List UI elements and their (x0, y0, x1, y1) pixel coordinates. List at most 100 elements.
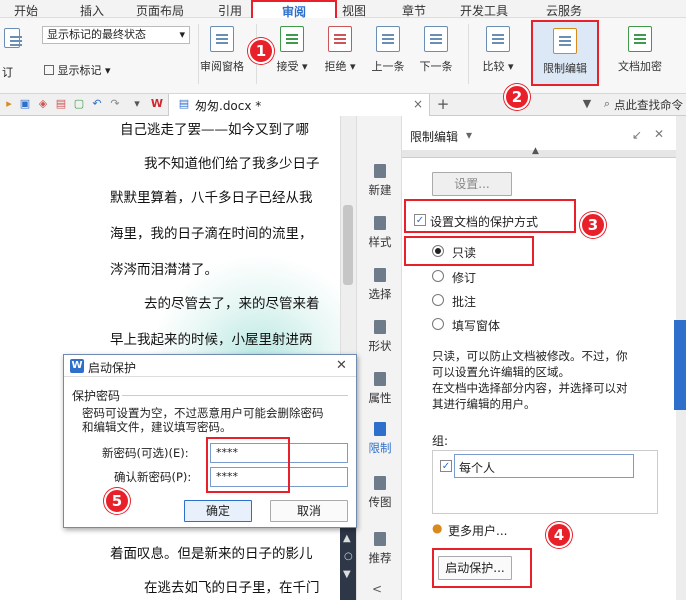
document-tab[interactable]: ▤ 匆匆.docx * × (168, 94, 430, 116)
doc-line: 着面叹息。但是新来的日子的影儿 (110, 546, 313, 562)
side-rail: 新建 样式 选择 形状 属性 限制 传图 推荐 < (356, 116, 402, 600)
arrow-icon[interactable]: ▸ (2, 97, 16, 111)
document-encrypt-button[interactable]: 文档加密 (610, 26, 670, 74)
rail-recommend[interactable]: 推荐 (357, 532, 403, 566)
everyone-checkbox[interactable]: ✓ (440, 460, 452, 472)
highlight-start-protection (432, 548, 532, 588)
close-icon[interactable]: ✕ (654, 127, 664, 141)
rail-restrict-label: 限制 (368, 441, 392, 455)
doc-line: 去的尽管去了，来的尽管来着 (144, 296, 320, 312)
dialog-titlebar[interactable]: W 启动保护 ✕ (64, 355, 356, 377)
print-icon[interactable]: ▤ (54, 97, 68, 111)
review-pane-button[interactable]: 审阅窗格 (196, 26, 248, 74)
menu-insert[interactable]: 插入 (80, 2, 104, 19)
rail-select-label: 选择 (368, 287, 392, 301)
menu-review[interactable]: 审阅 (251, 0, 337, 20)
step-badge-2: 2 (504, 84, 530, 110)
ribbon-left-fragment[interactable]: 订 (2, 64, 13, 80)
menu-chapter[interactable]: 章节 (402, 2, 426, 19)
previous-button[interactable]: 上一条 (366, 26, 410, 74)
doc-line: 海里，我的日子滴在时间的流里， (110, 226, 313, 242)
panel-expand-tab[interactable] (674, 320, 686, 410)
next-button[interactable]: 下一条 (414, 26, 458, 74)
restrict-editing-button[interactable]: 限制编辑 (531, 20, 599, 86)
find-command-input[interactable]: 点此查找命令 (614, 97, 683, 113)
ribbon: 订 显示标记的最终状态 ▾ 显示标记 ▾ 审阅窗格 接受 ▾ 拒绝 ▾ 上一条 … (0, 18, 686, 94)
close-tab-icon[interactable]: × (413, 97, 423, 111)
rail-properties[interactable]: 属性 (357, 372, 403, 406)
rail-new[interactable]: 新建 (357, 164, 403, 198)
description-line: 其进行编辑的用户。 (432, 397, 536, 411)
radio-track-changes[interactable] (432, 270, 444, 282)
rail-select[interactable]: 选择 (357, 268, 403, 302)
menu-cloud[interactable]: 云服务 (546, 2, 582, 19)
menu-view[interactable]: 视图 (342, 2, 366, 19)
doc-line: 早上我起来的时候，小屋里射进两 (110, 332, 313, 348)
menu-developer[interactable]: 开发工具 (460, 2, 508, 19)
chevron-down-icon[interactable]: ▾ (130, 97, 144, 111)
doc-line: 我不知道他们给了我多少日子 (144, 156, 320, 172)
menu-reference[interactable]: 引用 (218, 2, 242, 19)
markup-display-value: 显示标记的最终状态 (47, 28, 146, 41)
reject-button[interactable]: 拒绝 ▾ (320, 26, 360, 74)
chevron-down-icon[interactable]: ▼ (343, 569, 351, 580)
accept-icon (280, 26, 304, 52)
rail-restrict[interactable]: 限制 (357, 422, 403, 456)
password-section-label: 保护密码 (72, 389, 121, 403)
doc-line: 自己逃走了罢——如今又到了哪 (120, 122, 309, 138)
menu-page-layout[interactable]: 页面布局 (136, 2, 184, 19)
scroll-controls[interactable]: ▲ ○ ▼ (340, 525, 356, 600)
more-users-link[interactable]: 更多用户... (448, 522, 507, 539)
radio-comments-label: 批注 (452, 295, 477, 309)
new-tab-icon[interactable]: + (436, 97, 450, 112)
arrow-right-icon (424, 26, 448, 52)
new-icon (374, 164, 386, 178)
confirm-password-label: 确认新密码(P): (114, 470, 192, 484)
output-pdf-icon[interactable]: ◈ (36, 97, 50, 111)
radio-comments[interactable] (432, 294, 444, 306)
compare-icon (486, 26, 510, 52)
radio-fill-forms[interactable] (432, 318, 444, 330)
cancel-button[interactable]: 取消 (270, 500, 348, 522)
show-markup-button[interactable]: 显示标记 ▾ (44, 62, 111, 78)
everyone-item[interactable]: 每个人 (454, 454, 634, 478)
doc-line: 默默里算着，八千多日子已经从我 (110, 190, 313, 206)
close-icon[interactable]: ✕ (336, 358, 347, 373)
dialog-title: 启动保护 (88, 361, 137, 375)
save-icon[interactable]: ▣ (18, 97, 32, 111)
description-line: 只读，可以防止文档被修改。不过，你 (432, 349, 628, 363)
show-markup-icon (44, 65, 54, 75)
ok-button[interactable]: 确定 (184, 500, 252, 522)
chevron-up-icon[interactable]: ▲ (343, 533, 351, 544)
users-icon: ● (432, 521, 443, 535)
share-icon[interactable]: < (372, 582, 382, 596)
redo-icon[interactable]: ↷ (108, 97, 122, 111)
accept-button[interactable]: 接受 ▾ (272, 26, 312, 74)
compare-button[interactable]: 比较 ▾ (476, 26, 520, 74)
rail-style[interactable]: 样式 (357, 216, 403, 250)
rail-upload-image[interactable]: 传图 (357, 476, 403, 510)
panel-collapse-bar[interactable]: ▲ (402, 146, 676, 158)
review-pane-label: 审阅窗格 (200, 60, 244, 73)
document-icon: ▤ (178, 97, 190, 110)
highlight-protect-setting (404, 199, 576, 233)
chevron-down-icon[interactable]: ▾ (466, 128, 472, 142)
lock-document-icon (553, 28, 577, 54)
rail-recommend-label: 推荐 (368, 551, 392, 565)
restrict-editing-label: 限制编辑 (543, 62, 587, 75)
description-line: 在文档中选择部分内容，并选择可以对 (432, 381, 628, 395)
preview-icon[interactable]: ▢ (72, 97, 86, 111)
settings-button[interactable]: 设置... (432, 172, 512, 196)
markup-display-select[interactable]: 显示标记的最终状态 ▾ (42, 26, 190, 44)
chevron-down-icon: ▾ (179, 28, 185, 41)
circle-icon[interactable]: ○ (344, 551, 353, 562)
pin-icon[interactable]: ▼ (580, 97, 594, 111)
collapse-panel-icon[interactable]: ↙ (632, 128, 642, 142)
menu-start[interactable]: 开始 (14, 2, 38, 19)
doc-line: 在逃去如飞的日子里，在千门 (144, 580, 320, 596)
undo-icon[interactable]: ↶ (90, 97, 104, 111)
rail-shape[interactable]: 形状 (357, 320, 403, 354)
radio-fill-forms-label: 填写窗体 (452, 319, 501, 333)
document-scrollbar-thumb[interactable] (343, 205, 353, 285)
reject-label: 拒绝 (324, 60, 347, 73)
